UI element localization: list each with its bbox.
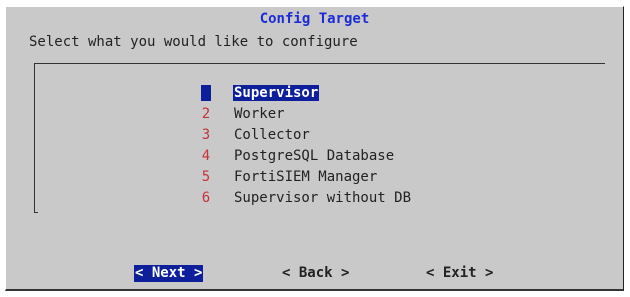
menu-item-postgresql-database[interactable]: 4 PostgreSQL Database	[201, 145, 412, 166]
menu-item-tag: 4	[201, 147, 211, 164]
menu-box-left-border	[34, 63, 35, 213]
menu-item-tag: 1	[201, 84, 211, 101]
menu-item-supervisor[interactable]: 1 Supervisor	[201, 82, 412, 103]
menu-item-tag: 3	[201, 126, 211, 143]
menu-box-top-border	[34, 63, 605, 64]
menu-item-label: FortiSIEM Manager	[234, 168, 378, 185]
menu-item-tag: 6	[201, 189, 211, 206]
dialog-prompt: Select what you would like to configure	[29, 34, 358, 50]
menu-item-tag: 5	[201, 168, 211, 185]
menu-list: 1 Supervisor 2 Worker 3 Collector 4 Post…	[201, 82, 412, 208]
menu-item-label: Supervisor	[233, 84, 320, 101]
next-button[interactable]: < Next >	[134, 265, 204, 282]
menu-item-tag: 2	[201, 105, 211, 122]
menu-item-label: Worker	[234, 105, 285, 122]
menu-item-label: Supervisor without DB	[234, 189, 412, 206]
dialog-title: Config Target	[259, 11, 370, 27]
menu-item-supervisor-without-db[interactable]: 6 Supervisor without DB	[201, 187, 412, 208]
config-target-dialog: Config Target Select what you would like…	[5, 6, 624, 291]
menu-item-label: PostgreSQL Database	[234, 147, 395, 164]
menu-item-collector[interactable]: 3 Collector	[201, 124, 412, 145]
menu-item-fortisiem-manager[interactable]: 5 FortiSIEM Manager	[201, 166, 412, 187]
terminal-screen: Config Target Select what you would like…	[0, 0, 630, 297]
back-button[interactable]: < Back >	[282, 265, 349, 282]
menu-box-corner-tick	[34, 212, 38, 213]
menu-item-label: Collector	[234, 126, 310, 143]
exit-button[interactable]: < Exit >	[426, 265, 493, 282]
menu-box: 1 Supervisor 2 Worker 3 Collector 4 Post…	[34, 63, 605, 238]
menu-item-worker[interactable]: 2 Worker	[201, 103, 412, 124]
